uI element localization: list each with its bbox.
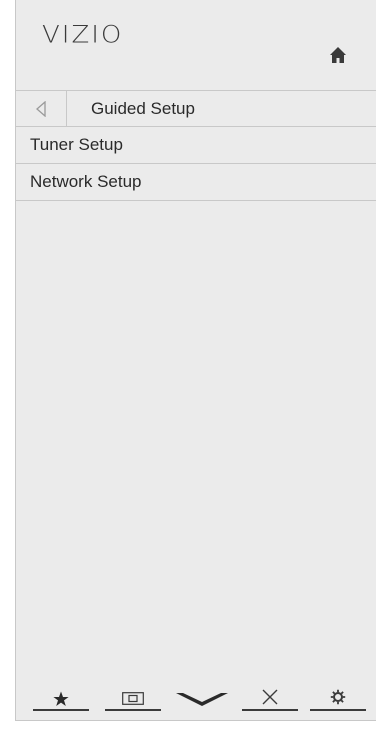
favorites-button[interactable] (33, 675, 89, 711)
exit-button[interactable] (242, 675, 298, 711)
settings-panel: VIZIO Guided Setup Tuner Setup Network S… (15, 0, 376, 721)
page-title: Guided Setup (91, 98, 195, 118)
back-button[interactable] (16, 91, 67, 126)
bottom-nav-bar (16, 675, 376, 711)
menu-header: Guided Setup (16, 90, 376, 127)
settings-button[interactable] (310, 675, 366, 711)
vizio-logo: VIZIO (42, 21, 124, 49)
input-button[interactable] (105, 675, 161, 711)
vizio-button[interactable] (174, 675, 230, 711)
vizio-v-icon (176, 693, 228, 706)
home-icon[interactable] (329, 46, 347, 64)
gear-icon (330, 689, 346, 705)
back-arrow-icon (36, 100, 46, 117)
input-icon (122, 692, 144, 705)
menu-item-tuner-setup[interactable]: Tuner Setup (16, 127, 376, 164)
star-icon (53, 691, 69, 706)
menu-item-label: Network Setup (30, 172, 142, 191)
close-icon (262, 689, 278, 705)
menu-item-label: Tuner Setup (30, 135, 123, 154)
menu-item-network-setup[interactable]: Network Setup (16, 164, 376, 201)
